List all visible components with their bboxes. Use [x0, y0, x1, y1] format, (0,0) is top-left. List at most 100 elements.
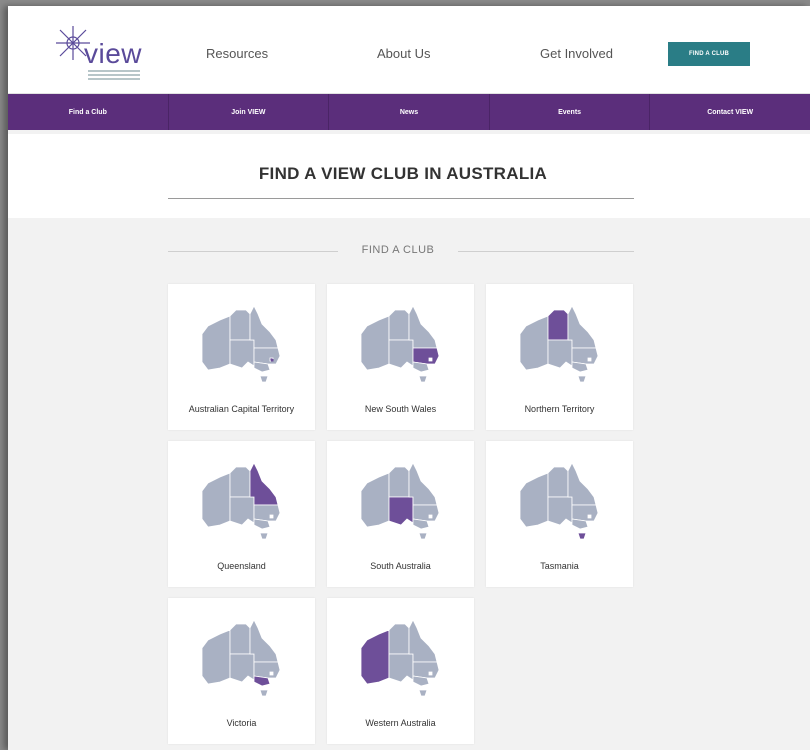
map-region-sa — [229, 339, 255, 369]
map-region-qld — [408, 305, 438, 349]
map-region-act — [428, 671, 433, 676]
map-region-nt — [229, 623, 251, 655]
page-frame: view Resources About Us Get Involved FIN… — [8, 6, 810, 750]
map-region-nsw — [571, 504, 599, 522]
map-region-act-marker — [271, 359, 274, 362]
state-card-nt[interactable]: Northern Territory — [486, 284, 633, 430]
map-region-nsw — [412, 504, 440, 522]
state-card-label: Victoria — [226, 718, 257, 728]
australia-map-icon — [201, 462, 281, 540]
map-region-qld — [249, 305, 279, 349]
map-region-nt — [388, 623, 410, 655]
subnav-item-contact-view[interactable]: Contact VIEW — [650, 94, 810, 130]
site-header: view Resources About Us Get Involved FIN… — [8, 6, 810, 94]
state-card-vic[interactable]: Victoria — [168, 598, 315, 744]
map-region-wa — [360, 315, 390, 371]
map-region-sa — [388, 339, 414, 369]
australia-map-icon — [360, 619, 440, 697]
map-region-act — [428, 514, 433, 519]
australia-map-icon — [519, 462, 599, 540]
nav-get-involved-link[interactable]: Get Involved — [540, 46, 613, 61]
map-region-tas — [259, 375, 269, 383]
map-region-nsw — [412, 347, 440, 365]
state-card-qld[interactable]: Queensland — [168, 441, 315, 587]
map-region-wa — [201, 472, 231, 528]
map-region-wa — [519, 315, 549, 371]
subnav-item-events[interactable]: Events — [490, 94, 651, 130]
map-region-qld — [408, 462, 438, 506]
map-region-act — [587, 357, 592, 362]
map-region-sa — [547, 496, 573, 526]
state-card-wa[interactable]: Western Australia — [327, 598, 474, 744]
state-card-label: Western Australia — [365, 718, 436, 728]
map-region-qld — [567, 462, 597, 506]
map-region-wa — [360, 472, 390, 528]
map-region-nt — [388, 309, 410, 341]
australia-map-icon — [360, 305, 440, 383]
map-region-nt — [388, 466, 410, 498]
heading-rule-left — [168, 251, 338, 252]
map-region-tas — [577, 375, 587, 383]
state-card-label: Australian Capital Territory — [188, 404, 295, 414]
map-region-nt — [547, 466, 569, 498]
map-region-act — [269, 514, 274, 519]
map-region-nt — [547, 309, 569, 341]
map-region-act — [428, 357, 433, 362]
nav-about-link[interactable]: About Us — [377, 46, 430, 61]
map-region-qld — [567, 305, 597, 349]
map-region-tas — [259, 689, 269, 697]
map-region-nsw — [253, 661, 281, 679]
map-region-wa — [201, 629, 231, 685]
map-region-sa — [547, 339, 573, 369]
australia-map-icon — [201, 305, 281, 383]
subnav-item-news[interactable]: News — [329, 94, 490, 130]
map-region-wa — [201, 315, 231, 371]
state-card-label: New South Wales — [364, 404, 437, 414]
map-region-tas — [259, 532, 269, 540]
map-region-tas — [418, 532, 428, 540]
page-title: FIND A VIEW CLUB IN AUSTRALIA — [258, 164, 548, 183]
map-region-act — [269, 671, 274, 676]
state-card-act[interactable]: Australian Capital Territory — [168, 284, 315, 430]
subnav-item-find-a-club[interactable]: Find a Club — [8, 94, 169, 130]
find-a-club-heading: FIND A CLUB — [168, 244, 634, 260]
map-region-sa — [388, 653, 414, 683]
map-region-qld — [249, 619, 279, 663]
map-region-nsw — [412, 661, 440, 679]
state-card-sa[interactable]: South Australia — [327, 441, 474, 587]
map-region-qld — [408, 619, 438, 663]
map-region-qld — [249, 462, 279, 506]
find-a-club-button[interactable]: FIND A CLUB — [668, 42, 750, 66]
state-card-label: Northern Territory — [524, 404, 595, 414]
section-heading-text: FIND A CLUB — [361, 244, 435, 256]
map-region-tas — [418, 375, 428, 383]
nav-resources-link[interactable]: Resources — [206, 46, 268, 61]
map-region-tas — [577, 532, 587, 540]
secondary-nav: Find a Club Join VIEW News Events Contac… — [8, 94, 810, 130]
subnav-item-join-view[interactable]: Join VIEW — [169, 94, 330, 130]
map-region-nsw — [571, 347, 599, 365]
state-card-tas[interactable]: Tasmania — [486, 441, 633, 587]
map-region-nt — [229, 466, 251, 498]
map-region-tas — [418, 689, 428, 697]
logo-wordmark: view — [84, 38, 143, 69]
map-region-nsw — [253, 347, 281, 365]
state-card-nsw[interactable]: New South Wales — [327, 284, 474, 430]
australia-map-icon — [201, 619, 281, 697]
hero-banner: FIND A VIEW CLUB IN AUSTRALIA — [8, 134, 810, 218]
state-card-label: Queensland — [217, 561, 266, 571]
state-card-label: South Australia — [370, 561, 431, 571]
map-region-sa — [388, 496, 414, 526]
australia-map-icon — [360, 462, 440, 540]
logo-tagline — [88, 70, 140, 80]
heading-rule-right — [458, 251, 634, 252]
map-region-wa — [519, 472, 549, 528]
map-region-wa — [360, 629, 390, 685]
map-region-act — [587, 514, 592, 519]
site-logo[interactable]: view — [54, 24, 174, 82]
state-card-label: Tasmania — [540, 561, 579, 571]
map-region-sa — [229, 653, 255, 683]
australia-map-icon — [519, 305, 599, 383]
title-divider — [168, 198, 634, 199]
map-region-sa — [229, 496, 255, 526]
